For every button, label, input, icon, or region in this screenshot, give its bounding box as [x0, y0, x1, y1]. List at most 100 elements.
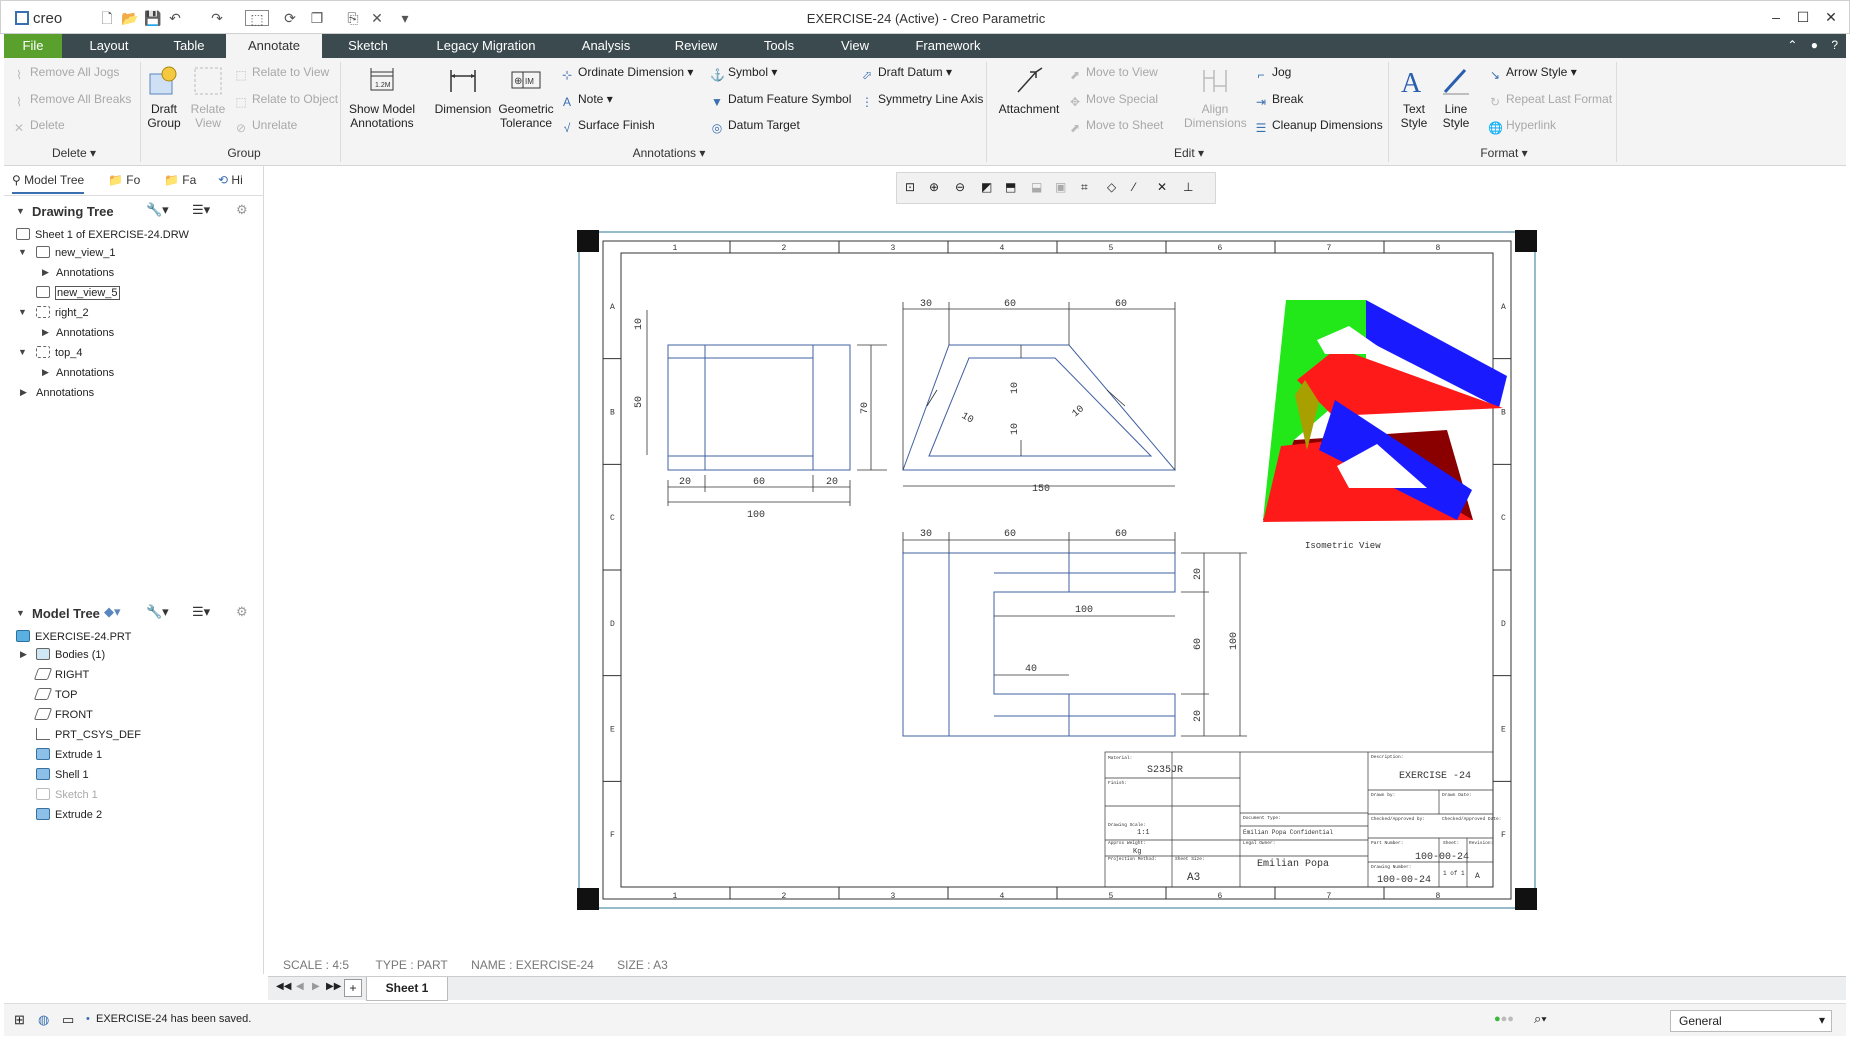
tree-node-shell-1[interactable]: Shell 1: [36, 766, 89, 784]
drawing-sheet[interactable]: 1 1 2 2 3 3 4 4 5 5 6 6 7 7 8 8 A A B B C C D D E E F F 10 50 20 60…: [577, 230, 1537, 910]
tab-analysis[interactable]: Analysis: [566, 34, 646, 58]
break-button[interactable]: ⇥ Break: [1254, 92, 1303, 109]
unrelate-button[interactable]: ⊘ Unrelate: [234, 118, 297, 135]
datum-planes-icon[interactable]: ◇: [1107, 180, 1116, 194]
remove-all-breaks-button[interactable]: ⌇ Remove All Breaks: [12, 92, 131, 109]
tree-node-right[interactable]: RIGHT: [33, 666, 89, 684]
user-icon[interactable]: ●: [1811, 38, 1818, 52]
zoom-in-icon[interactable]: ⊕: [929, 180, 939, 194]
expand-arrow-icon[interactable]: ▶: [42, 327, 49, 338]
tab-layout[interactable]: Layout: [74, 34, 144, 58]
display-style-icon[interactable]: ⬒: [1005, 180, 1016, 194]
tree-node-top[interactable]: TOP: [33, 686, 77, 704]
saved-orientations-icon[interactable]: ⬓: [1031, 180, 1042, 194]
line-style-button[interactable]: Line Style: [1436, 64, 1476, 130]
repaint-icon[interactable]: ◩: [981, 180, 992, 194]
tab-legacy-migration[interactable]: Legacy Migration: [418, 34, 554, 58]
view-manager-icon[interactable]: ▣: [1055, 180, 1066, 194]
remove-all-jogs-button[interactable]: ⌇ Remove All Jogs: [12, 65, 119, 82]
annotations-group-label[interactable]: Annotations ▾: [624, 146, 714, 160]
tab-sketch[interactable]: Sketch: [330, 34, 406, 58]
datum-feature-symbol-button[interactable]: ▼ Datum Feature Symbol: [710, 92, 851, 109]
relate-view-button[interactable]: Relate View: [188, 64, 228, 130]
help-icon[interactable]: ?: [1831, 38, 1838, 52]
draft-datum-button[interactable]: ⬀ Draft Datum ▾: [860, 65, 952, 82]
relate-to-view-button[interactable]: ⬚ Relate to View: [234, 65, 329, 82]
maximize-icon[interactable]: ☐: [1793, 9, 1813, 27]
expand-arrow-icon[interactable]: ▼: [18, 247, 27, 257]
tree-node-front[interactable]: FRONT: [33, 706, 93, 724]
last-sheet-icon[interactable]: ▶▶: [326, 981, 341, 992]
tree-filter-icon[interactable]: ⚙: [236, 202, 248, 218]
find-icon[interactable]: ⌕▾: [1534, 1011, 1547, 1027]
collapse-arrow-icon[interactable]: ▼: [16, 206, 25, 216]
selection-filter[interactable]: General ▾: [1670, 1010, 1832, 1032]
tree-columns-icon[interactable]: ☰▾: [192, 604, 210, 620]
expand-arrow-icon[interactable]: ▼: [18, 307, 27, 317]
relate-to-object-button[interactable]: ⬚ Relate to Object: [234, 92, 338, 109]
surface-finish-button[interactable]: √ Surface Finish: [560, 118, 655, 135]
first-sheet-icon[interactable]: ◀◀: [276, 981, 291, 992]
text-style-button[interactable]: A Text Style: [1394, 64, 1434, 130]
tree-node-right-2[interactable]: right_2: [36, 304, 89, 322]
collapse-arrow-icon[interactable]: ▼: [16, 608, 25, 618]
minimize-icon[interactable]: –: [1766, 9, 1786, 27]
datum-target-button[interactable]: ◎ Datum Target: [710, 118, 800, 135]
zoom-out-icon[interactable]: ⊖: [955, 180, 965, 194]
edit-group-label[interactable]: Edit ▾: [1164, 146, 1214, 160]
tab-framework[interactable]: Framework: [900, 34, 996, 58]
draft-group-button[interactable]: Draft Group: [142, 64, 186, 130]
note-button[interactable]: A Note ▾: [560, 92, 613, 109]
refit-icon[interactable]: ⊡: [905, 180, 915, 194]
navigator-toggle-icon[interactable]: ⊞: [14, 1012, 25, 1028]
datum-axes-icon[interactable]: ⁄: [1133, 180, 1135, 194]
fullscreen-icon[interactable]: ▭: [62, 1012, 74, 1028]
expand-arrow-icon[interactable]: ▶: [20, 649, 27, 660]
tab-table[interactable]: Table: [154, 34, 224, 58]
repeat-last-format-button[interactable]: ↻ Repeat Last Format: [1488, 92, 1612, 109]
attachment-button[interactable]: Attachment: [994, 64, 1064, 116]
expand-arrow-icon[interactable]: ▶: [42, 267, 49, 278]
symmetry-line-axis-button[interactable]: ⋮ Symmetry Line Axis: [860, 92, 983, 109]
tree-node-annotations[interactable]: Annotations: [56, 364, 114, 382]
tab-tools[interactable]: Tools: [744, 34, 814, 58]
next-sheet-icon[interactable]: ▶: [312, 981, 320, 992]
tab-annotate[interactable]: Annotate: [226, 34, 322, 58]
align-dimensions-button[interactable]: Align Dimensions: [1184, 64, 1247, 130]
tree-node-new-view-5[interactable]: new_view_5: [36, 284, 120, 302]
ordinate-dimension-button[interactable]: ⊹ Ordinate Dimension ▾: [560, 65, 693, 82]
tree-settings-icon[interactable]: 🔧▾: [146, 202, 169, 218]
delete-button[interactable]: ✕ Delete: [12, 118, 65, 135]
tree-settings-icon[interactable]: 🔧▾: [146, 604, 169, 620]
tab-model-tree[interactable]: ⚲ Model Tree: [12, 173, 85, 194]
tab-review[interactable]: Review: [658, 34, 734, 58]
add-sheet-icon[interactable]: +: [344, 979, 362, 997]
geometric-tolerance-button[interactable]: ⊕ IM Geometric Tolerance: [498, 64, 554, 130]
arrow-style-button[interactable]: ↘ Arrow Style ▾: [1488, 65, 1577, 82]
tree-node-extrude-2[interactable]: Extrude 2: [36, 806, 102, 824]
datum-points-icon[interactable]: ✕: [1157, 180, 1167, 194]
browser-toggle-icon[interactable]: ◍: [38, 1012, 49, 1028]
csys-display-icon[interactable]: ⊥: [1183, 180, 1193, 194]
tree-node-annotations[interactable]: Annotations: [36, 384, 94, 402]
tree-node-csys[interactable]: PRT_CSYS_DEF: [36, 726, 141, 744]
move-to-sheet-button[interactable]: ⬈ Move to Sheet: [1068, 118, 1163, 135]
tree-node-new-view-1[interactable]: new_view_1: [36, 244, 116, 262]
move-special-button[interactable]: ✥ Move Special: [1068, 92, 1158, 109]
show-model-annotations-button[interactable]: 1.2M Show Model Annotations: [344, 64, 420, 130]
tab-file[interactable]: File: [4, 34, 62, 58]
tree-node-part[interactable]: EXERCISE-24.PRT: [16, 628, 131, 646]
hyperlink-button[interactable]: 🌐 Hyperlink: [1488, 118, 1556, 135]
expand-arrow-icon[interactable]: ▶: [42, 367, 49, 378]
tree-node-annotations[interactable]: Annotations: [56, 324, 114, 342]
dimension-button[interactable]: Dimension: [430, 64, 496, 116]
jog-button[interactable]: ⌐ Jog: [1254, 65, 1291, 82]
symbol-button[interactable]: ⚓ Symbol ▾: [710, 65, 777, 82]
tree-node-sheet[interactable]: Sheet 1 of EXERCISE-24.DRW: [16, 226, 189, 244]
tab-folder-browser[interactable]: 📁 Fo: [108, 173, 140, 187]
expand-arrow-icon[interactable]: ▼: [18, 347, 27, 357]
datum-display-icon[interactable]: ⌗: [1081, 180, 1088, 195]
delete-group-label[interactable]: Delete ▾: [44, 146, 104, 160]
cleanup-dimensions-button[interactable]: ☰ Cleanup Dimensions: [1254, 118, 1383, 135]
tree-node-annotations[interactable]: Annotations: [56, 264, 114, 282]
